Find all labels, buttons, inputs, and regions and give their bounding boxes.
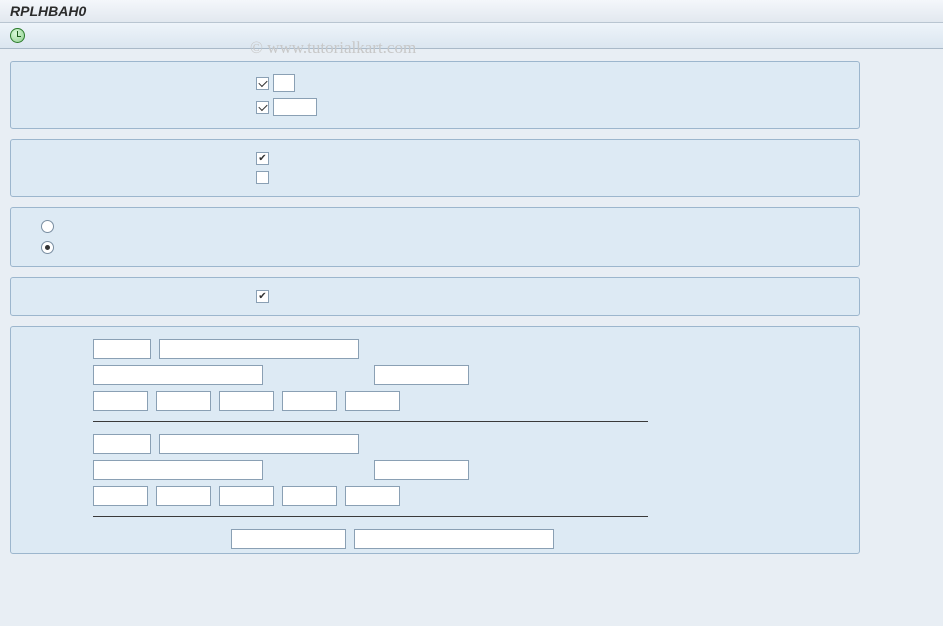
panel2-check2[interactable] <box>256 171 269 184</box>
g2-r3-f2[interactable] <box>156 486 211 506</box>
g2-r1-f2[interactable] <box>159 434 359 454</box>
g2-r3-f5[interactable] <box>345 486 400 506</box>
panel3-radio2[interactable] <box>41 241 54 254</box>
divider-2 <box>93 516 648 517</box>
g1-r2-f1[interactable] <box>93 365 263 385</box>
panel1-check2[interactable] <box>256 101 269 114</box>
panel4-check1[interactable] <box>256 290 269 303</box>
g2-r3-f3[interactable] <box>219 486 274 506</box>
g1-r1-f1[interactable] <box>93 339 151 359</box>
panel1-check2-box[interactable] <box>273 98 317 116</box>
g1-r2-f2[interactable] <box>374 365 469 385</box>
g2-r3-f1[interactable] <box>93 486 148 506</box>
page-title: RPLHBAH0 <box>10 3 86 19</box>
g3-r1-f2[interactable] <box>354 529 554 549</box>
panel2-check1[interactable] <box>256 152 269 165</box>
title-bar: RPLHBAH0 <box>0 0 943 23</box>
g2-r1-f1[interactable] <box>93 434 151 454</box>
fields-group-3 <box>31 529 839 549</box>
panel-4 <box>10 277 860 316</box>
content-area <box>0 49 943 625</box>
panel3-radio1[interactable] <box>41 220 54 233</box>
g2-r2-f1[interactable] <box>93 460 263 480</box>
toolbar <box>0 23 943 49</box>
panel1-check1[interactable] <box>256 77 269 90</box>
g1-r3-f3[interactable] <box>219 391 274 411</box>
execute-icon[interactable] <box>10 28 25 43</box>
fields-group-1 <box>31 339 839 422</box>
g3-r1-f1[interactable] <box>231 529 346 549</box>
panel-1 <box>10 61 860 129</box>
g1-r3-f1[interactable] <box>93 391 148 411</box>
panel-2 <box>10 139 860 197</box>
g2-r2-f2[interactable] <box>374 460 469 480</box>
g1-r3-f2[interactable] <box>156 391 211 411</box>
panel1-check1-box[interactable] <box>273 74 295 92</box>
g1-r3-f5[interactable] <box>345 391 400 411</box>
divider-1 <box>93 421 648 422</box>
fields-group-2 <box>31 434 839 517</box>
g1-r3-f4[interactable] <box>282 391 337 411</box>
g1-r1-f2[interactable] <box>159 339 359 359</box>
panel-3 <box>10 207 860 267</box>
g2-r3-f4[interactable] <box>282 486 337 506</box>
panel-5 <box>10 326 860 554</box>
